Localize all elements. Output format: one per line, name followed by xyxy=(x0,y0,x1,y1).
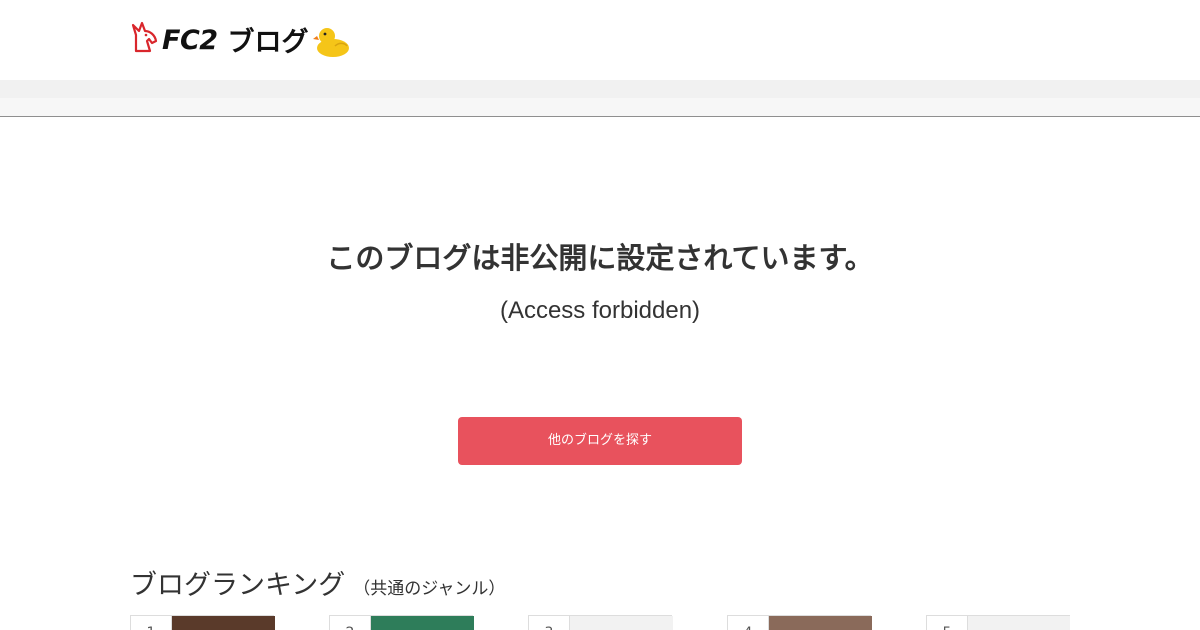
ranking-genre-label: （共通のジャンル） xyxy=(353,579,506,599)
ranking-card[interactable]: 1 xyxy=(130,615,275,630)
ranking-thumbnail[interactable] xyxy=(968,616,1070,630)
site-header: FC2 ブログ xyxy=(0,0,1200,80)
ranking-number: 3 xyxy=(529,616,570,630)
logo-blog-text: ブログ xyxy=(227,26,309,58)
ranking-number: 2 xyxy=(330,616,371,630)
ranking-card[interactable]: 4 xyxy=(727,615,872,630)
duck-icon xyxy=(312,28,349,57)
ranking-heading: ブログランキング （共通のジャンル） xyxy=(130,563,505,602)
ranking-cards: 1 2 3 4 5 xyxy=(130,615,1070,630)
find-other-blogs-button[interactable]: 他のブログを探す xyxy=(458,417,742,465)
ranking-number: 5 xyxy=(927,616,968,630)
ranking-thumbnail[interactable] xyxy=(769,616,872,630)
ranking-thumbnail[interactable] xyxy=(371,616,474,630)
ranking-title: ブログランキング xyxy=(130,570,346,601)
ranking-thumbnail[interactable] xyxy=(172,616,275,630)
page-title: このブログは非公開に設定されています。 xyxy=(326,241,874,275)
fc2-horse-icon xyxy=(131,21,158,53)
fc2-blog-logo[interactable]: FC2 ブログ xyxy=(130,18,351,58)
page-subtitle: (Access forbidden) xyxy=(499,297,701,324)
logo-fc2-text: FC2 xyxy=(162,24,218,56)
ranking-card[interactable]: 5 xyxy=(926,615,1070,630)
ranking-number: 1 xyxy=(131,616,172,630)
ranking-thumbnail[interactable] xyxy=(570,616,673,630)
header-subbar xyxy=(0,80,1200,117)
ranking-card[interactable]: 2 xyxy=(329,615,474,630)
ranking-number: 4 xyxy=(728,616,769,630)
ranking-card[interactable]: 3 xyxy=(528,615,673,630)
